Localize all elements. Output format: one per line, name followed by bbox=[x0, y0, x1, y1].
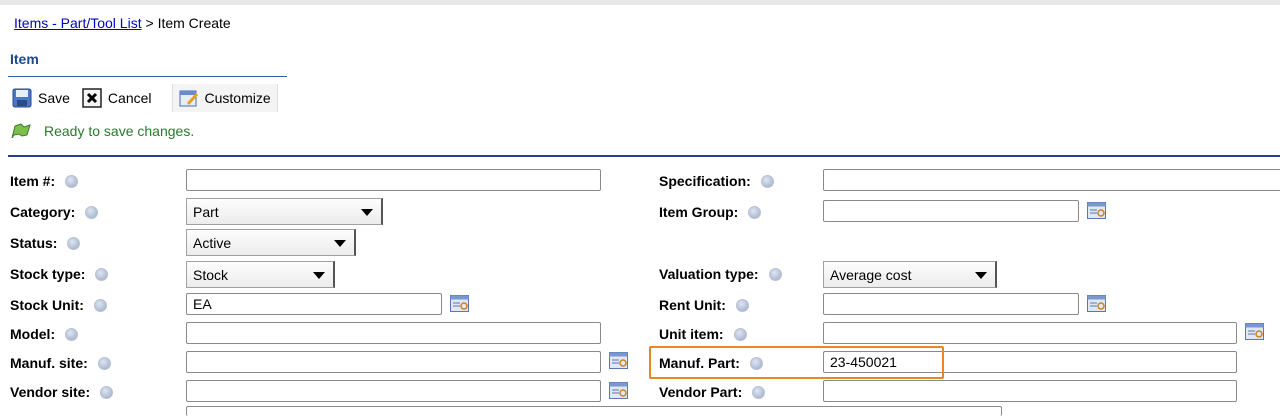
cancel-button[interactable]: Cancel bbox=[78, 84, 156, 112]
customize-button[interactable]: Customize bbox=[171, 84, 278, 112]
valuation-type-label: Valuation type: bbox=[659, 266, 782, 282]
help-icon[interactable] bbox=[97, 356, 111, 370]
help-icon[interactable] bbox=[100, 385, 114, 399]
model-input[interactable] bbox=[186, 322, 601, 344]
chevron-down-icon bbox=[334, 240, 346, 247]
help-icon[interactable] bbox=[735, 298, 749, 312]
category-label-text: Category: bbox=[10, 204, 76, 220]
item-no-input[interactable] bbox=[186, 169, 601, 191]
specification-label-text: Specification: bbox=[659, 173, 751, 189]
vendor-part-label: Vendor Part: bbox=[659, 384, 766, 400]
chevron-down-icon bbox=[361, 209, 373, 216]
breadcrumb-current: Item Create bbox=[157, 15, 231, 31]
help-icon[interactable] bbox=[760, 174, 774, 188]
section-divider bbox=[8, 76, 287, 77]
help-icon[interactable] bbox=[67, 236, 81, 250]
lookup-icon[interactable] bbox=[1087, 295, 1107, 313]
help-icon[interactable] bbox=[733, 327, 747, 341]
category-label: Category: bbox=[10, 204, 99, 220]
status-text: Ready to save changes. bbox=[44, 123, 195, 139]
stock-unit-label-text: Stock Unit: bbox=[10, 297, 84, 313]
valuation-type-value: Average cost bbox=[830, 267, 912, 283]
unit-item-label: Unit item: bbox=[659, 326, 747, 342]
specification-input[interactable] bbox=[823, 169, 1280, 191]
help-icon[interactable] bbox=[768, 267, 782, 281]
rent-unit-label: Rent Unit: bbox=[659, 297, 749, 313]
status-value: Active bbox=[193, 235, 232, 251]
vendor-part-label-text: Vendor Part: bbox=[659, 384, 743, 400]
lookup-icon[interactable] bbox=[450, 295, 470, 313]
item-group-input[interactable] bbox=[823, 200, 1079, 222]
form-divider bbox=[8, 155, 1280, 157]
unit-item-input[interactable] bbox=[823, 322, 1237, 344]
description-input[interactable] bbox=[186, 406, 1002, 416]
lookup-icon[interactable] bbox=[1087, 202, 1107, 220]
status-select[interactable]: Active bbox=[186, 229, 356, 256]
close-icon bbox=[82, 88, 102, 108]
breadcrumb-separator: > bbox=[145, 15, 154, 31]
rent-unit-label-text: Rent Unit: bbox=[659, 297, 726, 313]
vendor-site-label: Vendor site: bbox=[10, 384, 114, 400]
model-label: Model: bbox=[10, 326, 79, 342]
valuation-type-label-text: Valuation type: bbox=[659, 266, 759, 282]
help-icon[interactable] bbox=[85, 205, 99, 219]
model-label-text: Model: bbox=[10, 326, 56, 342]
lookup-icon[interactable] bbox=[1245, 323, 1265, 341]
category-value: Part bbox=[193, 204, 219, 220]
item-group-label-text: Item Group: bbox=[659, 204, 739, 220]
valuation-type-select[interactable]: Average cost bbox=[823, 261, 997, 288]
unit-item-label-text: Unit item: bbox=[659, 326, 724, 342]
status-label-text: Status: bbox=[10, 235, 58, 251]
status-label: Status: bbox=[10, 235, 81, 251]
rent-unit-input[interactable] bbox=[823, 293, 1079, 315]
help-icon[interactable] bbox=[752, 385, 766, 399]
customize-icon bbox=[179, 88, 199, 108]
breadcrumb: Items - Part/Tool List > Item Create bbox=[14, 15, 231, 31]
specification-label: Specification: bbox=[659, 173, 774, 189]
stock-type-label: Stock type: bbox=[10, 266, 109, 282]
help-icon[interactable] bbox=[748, 205, 762, 219]
vendor-site-input[interactable] bbox=[186, 380, 601, 402]
vendor-part-input[interactable] bbox=[823, 380, 1237, 402]
item-no-label: Item #: bbox=[10, 173, 79, 189]
stock-type-select[interactable]: Stock bbox=[186, 261, 335, 288]
manuf-site-label-text: Manuf. site: bbox=[10, 355, 88, 371]
manuf-site-label: Manuf. site: bbox=[10, 355, 111, 371]
stock-unit-input[interactable]: EA bbox=[186, 293, 442, 315]
cancel-label: Cancel bbox=[107, 90, 152, 106]
customize-label: Customize bbox=[204, 90, 271, 106]
help-icon[interactable] bbox=[65, 174, 79, 188]
help-icon[interactable] bbox=[65, 327, 79, 341]
category-select[interactable]: Part bbox=[186, 198, 383, 225]
toolbar: Save Cancel Customize bbox=[8, 83, 278, 113]
highlight-box bbox=[649, 346, 944, 379]
status-message: Ready to save changes. bbox=[10, 123, 194, 139]
chevron-down-icon bbox=[313, 272, 325, 279]
save-button[interactable]: Save bbox=[8, 84, 74, 112]
stock-type-label-text: Stock type: bbox=[10, 266, 86, 282]
top-strip bbox=[0, 0, 1280, 5]
chevron-down-icon bbox=[975, 272, 987, 279]
stock-unit-label: Stock Unit: bbox=[10, 297, 107, 313]
help-icon[interactable] bbox=[93, 298, 107, 312]
lookup-icon[interactable] bbox=[609, 352, 629, 370]
stock-type-value: Stock bbox=[193, 267, 229, 283]
flag-icon bbox=[10, 123, 32, 139]
manuf-site-input[interactable] bbox=[186, 351, 601, 373]
help-icon[interactable] bbox=[95, 267, 109, 281]
vendor-site-label-text: Vendor site: bbox=[10, 384, 91, 400]
breadcrumb-link-items-list[interactable]: Items - Part/Tool List bbox=[14, 15, 142, 31]
lookup-icon[interactable] bbox=[609, 382, 629, 400]
section-title: Item bbox=[10, 51, 39, 67]
item-no-label-text: Item #: bbox=[10, 173, 56, 189]
save-label: Save bbox=[38, 90, 70, 106]
item-group-label: Item Group: bbox=[659, 204, 762, 220]
save-icon bbox=[12, 88, 32, 108]
